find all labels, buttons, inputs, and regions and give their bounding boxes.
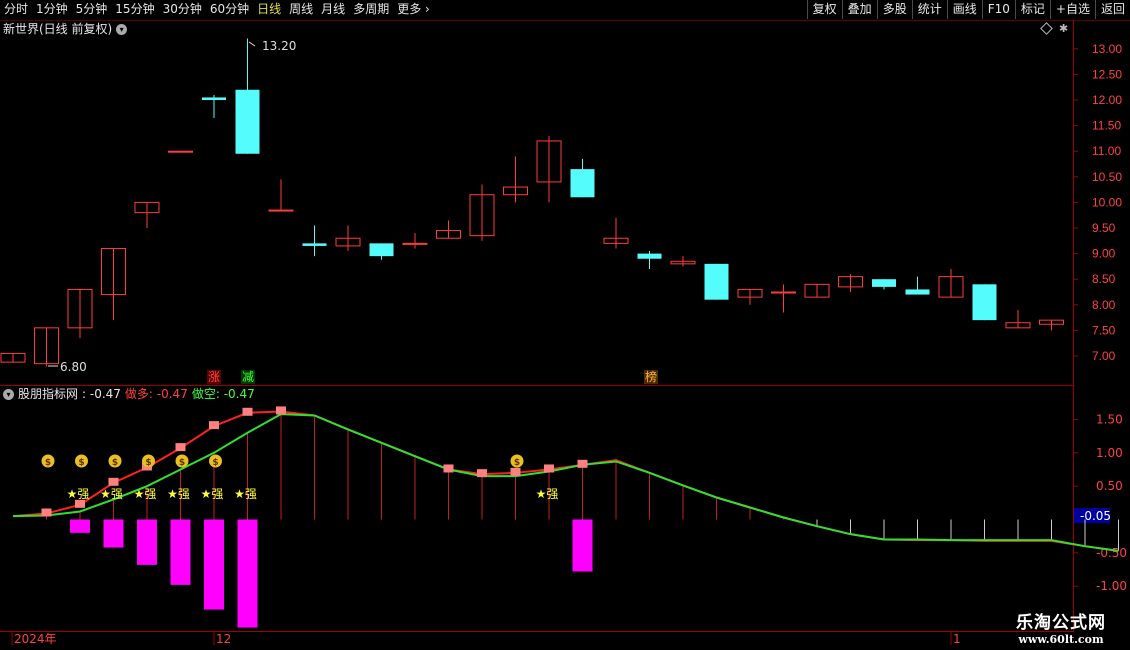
y-tick-label: 9.00 bbox=[1092, 247, 1116, 261]
y-tick-label: 1.00 bbox=[1096, 446, 1123, 460]
money-bag-icon: $ bbox=[78, 458, 84, 468]
indicator-bar bbox=[137, 519, 157, 565]
candle-body bbox=[202, 97, 226, 100]
low-label: 6.80 bbox=[60, 360, 87, 374]
y-tick-label: 7.00 bbox=[1092, 349, 1116, 363]
candle-body bbox=[235, 89, 260, 154]
high-label: 13.20 bbox=[262, 39, 296, 53]
signal-square bbox=[209, 421, 219, 430]
signal-square bbox=[75, 499, 85, 508]
x-tick-label: 12 bbox=[216, 632, 231, 646]
x-tick-label: 2024年 bbox=[14, 632, 57, 646]
strong-badge: ★强 bbox=[67, 487, 90, 501]
indicator-bar bbox=[572, 519, 593, 572]
signal-square bbox=[108, 477, 119, 486]
indicator-bar bbox=[204, 519, 224, 610]
y-tick-label: 11.00 bbox=[1092, 144, 1121, 158]
event-marker: 减 bbox=[242, 370, 254, 384]
y-tick-label: 7.50 bbox=[1092, 323, 1116, 337]
candle-body bbox=[369, 243, 394, 257]
strong-badge: ★强 bbox=[134, 487, 157, 501]
y-tick-label: -1.00 bbox=[1096, 579, 1127, 593]
signal-square bbox=[242, 407, 253, 416]
strong-badge: ★强 bbox=[167, 487, 190, 501]
money-bag-icon: $ bbox=[179, 458, 185, 468]
signal-square bbox=[510, 467, 521, 476]
y-tick-label: 13.00 bbox=[1092, 42, 1122, 56]
candle-body bbox=[637, 253, 662, 259]
candle-body bbox=[972, 284, 997, 321]
signal-square bbox=[175, 443, 186, 452]
y-tick-label: 9.50 bbox=[1092, 221, 1116, 235]
y-tick-label: 1.50 bbox=[1096, 412, 1123, 426]
strong-badge: ★强 bbox=[234, 487, 257, 501]
candle-body bbox=[402, 242, 428, 245]
watermark-title: 乐淘公式网 bbox=[1016, 613, 1106, 633]
y-tick-label: 10.00 bbox=[1092, 195, 1122, 209]
indicator-bar bbox=[170, 519, 191, 585]
signal-square bbox=[477, 469, 487, 478]
signal-square bbox=[276, 406, 286, 415]
event-marker: 榜 bbox=[645, 369, 657, 384]
indicator-bar bbox=[70, 519, 90, 533]
candle-body bbox=[905, 289, 930, 295]
candle-body bbox=[872, 279, 896, 287]
y-tick-label: 12.50 bbox=[1092, 67, 1122, 81]
x-tick-label: 1 bbox=[953, 632, 961, 646]
money-bag-icon: $ bbox=[45, 458, 51, 468]
y-tick-label: 8.50 bbox=[1092, 272, 1116, 286]
signal-square bbox=[443, 464, 454, 473]
signal-square bbox=[41, 508, 52, 517]
candle-body bbox=[268, 209, 294, 212]
y-tick-label: 12.00 bbox=[1092, 93, 1122, 107]
event-marker: 涨 bbox=[208, 369, 220, 384]
y-tick-label: 10.50 bbox=[1092, 170, 1122, 184]
money-bag-icon: $ bbox=[145, 458, 151, 468]
candle-body bbox=[168, 150, 193, 153]
money-bag-icon: $ bbox=[212, 458, 218, 468]
y-tick-label: 0.50 bbox=[1096, 479, 1123, 493]
candle-body bbox=[570, 169, 595, 198]
money-bag-icon: $ bbox=[112, 458, 118, 468]
watermark-url: www.60lt.com bbox=[1018, 633, 1104, 646]
candle-body bbox=[302, 243, 327, 246]
indicator-bar bbox=[103, 519, 124, 548]
money-bag-icon: $ bbox=[514, 458, 520, 468]
strong-badge: ★强 bbox=[201, 487, 224, 501]
candle-body bbox=[771, 291, 796, 294]
signal-square bbox=[577, 459, 588, 468]
watermark: 乐淘公式网 www.60lt.com bbox=[996, 608, 1126, 646]
indicator-bar bbox=[237, 519, 258, 628]
y-tick-label: 11.50 bbox=[1092, 119, 1121, 133]
kline-chart[interactable]: 7.007.508.008.509.009.5010.0010.5011.001… bbox=[0, 0, 1130, 650]
candle-body bbox=[704, 263, 729, 300]
strong-badge: ★强 bbox=[100, 487, 123, 501]
high-pointer bbox=[248, 41, 256, 47]
strong-badge: ★强 bbox=[536, 487, 559, 501]
signal-square bbox=[544, 464, 554, 473]
y-tick-label: 8.00 bbox=[1092, 298, 1116, 312]
